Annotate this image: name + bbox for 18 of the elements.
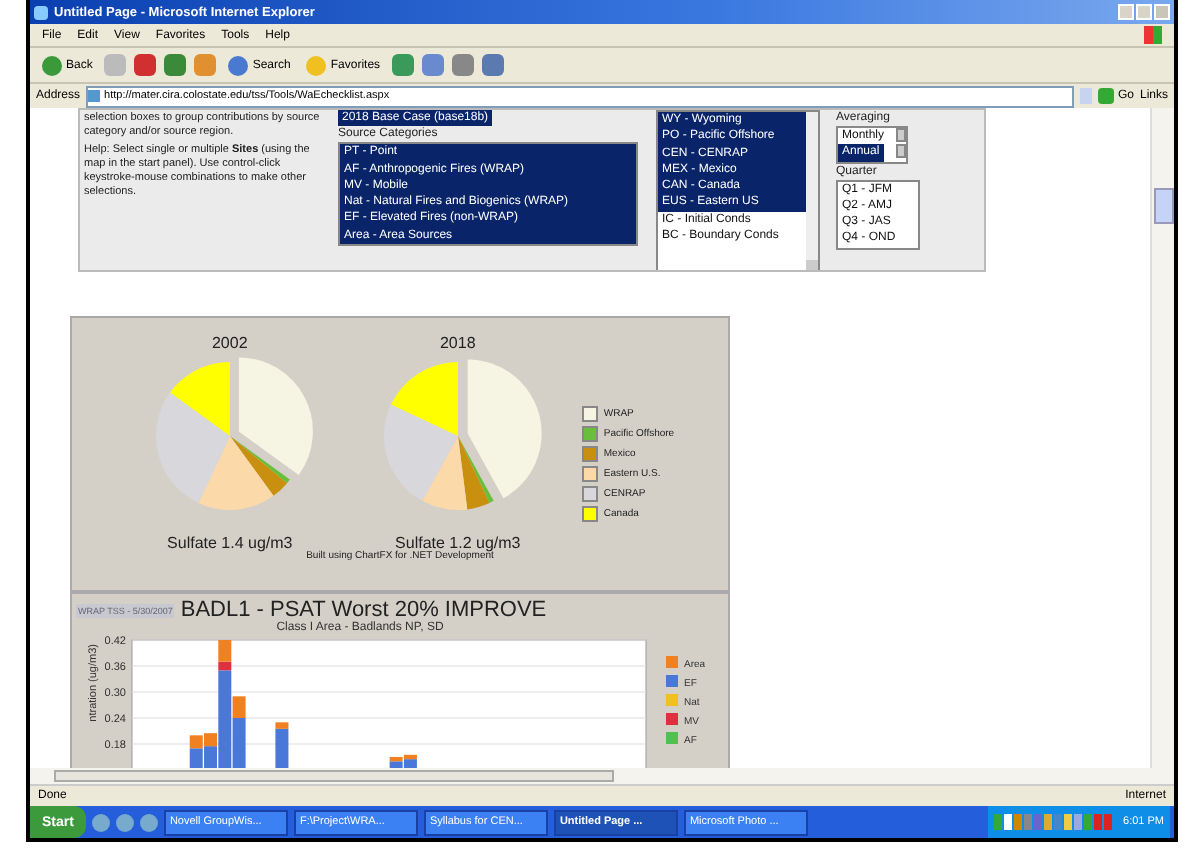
- legend-swatch: [666, 732, 678, 744]
- legend-swatch: [666, 713, 678, 725]
- legend-swatch: [666, 675, 678, 687]
- chart-title: 2002: [211, 334, 248, 352]
- list-scrollbar[interactable]: [806, 112, 818, 270]
- legend-swatch: [666, 656, 678, 668]
- maximize-button[interactable]: [1136, 4, 1152, 20]
- close-button[interactable]: [1154, 4, 1170, 20]
- chart-caption: Sulfate 1.4 ug/m3: [167, 534, 293, 552]
- chart-title: BADL1 - PSAT Worst 20% IMPROVE: [180, 598, 547, 622]
- horizontal-scrollbar[interactable]: [30, 768, 1174, 784]
- minimize-button[interactable]: [1118, 4, 1134, 20]
- dropdown-button[interactable]: [1079, 88, 1092, 104]
- vertical-scrollbar[interactable]: [1150, 108, 1174, 768]
- tray-icons-drawing: [993, 812, 1118, 832]
- chart-title: 2018: [439, 334, 476, 352]
- legend-swatch: [666, 694, 678, 706]
- chart-caption: Sulfate 1.2 ug/m3: [395, 534, 521, 552]
